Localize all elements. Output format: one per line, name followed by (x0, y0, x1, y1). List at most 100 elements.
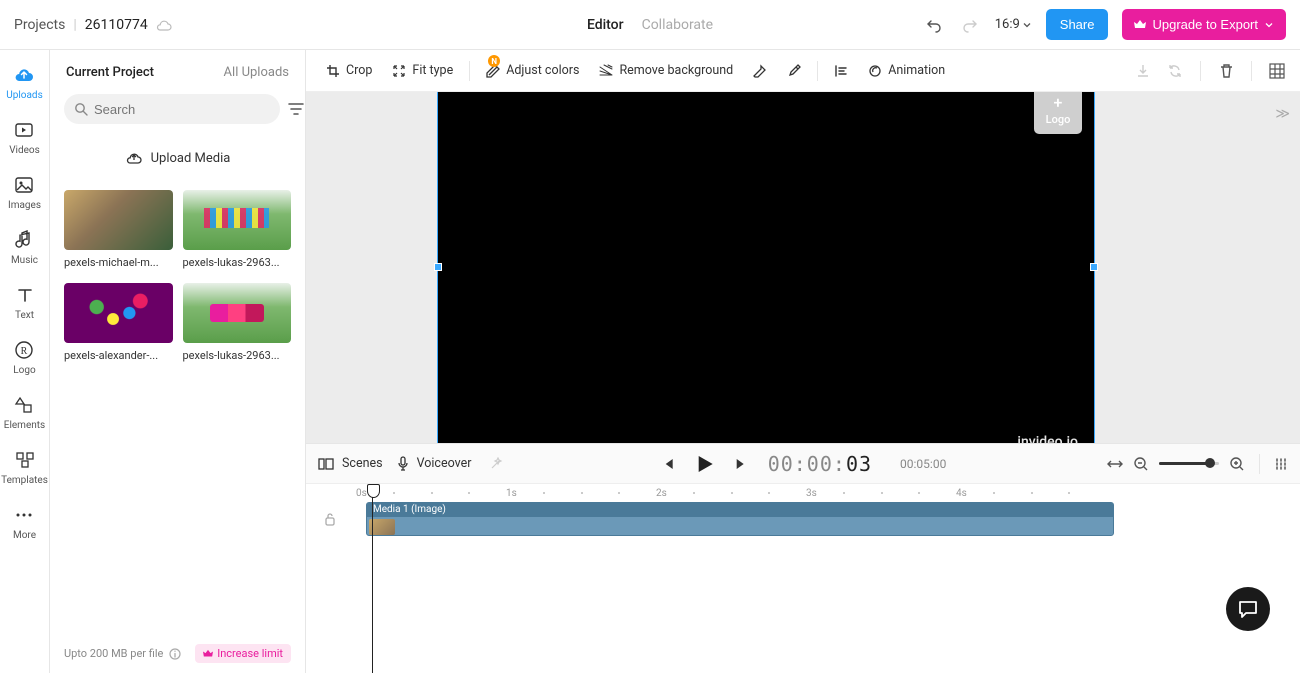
logo-drop-zone[interactable]: + Logo (1034, 92, 1082, 134)
video-icon (13, 119, 35, 141)
search-input[interactable] (94, 102, 270, 117)
info-icon[interactable] (169, 648, 181, 660)
tool-color-picker[interactable] (779, 58, 809, 84)
image-icon (13, 174, 35, 196)
nav-images[interactable]: Images (8, 174, 41, 211)
share-button[interactable]: Share (1046, 9, 1109, 40)
nav-videos[interactable]: Videos (9, 119, 40, 156)
aspect-ratio-menu[interactable]: 16:9 (995, 17, 1032, 32)
view-voiceover[interactable]: Voiceover (397, 456, 472, 472)
tool-animation[interactable]: Animation (860, 57, 953, 84)
search-row (50, 94, 305, 134)
nav-more[interactable]: More (13, 504, 36, 541)
shapes-icon (13, 394, 35, 416)
timeline-ruler[interactable]: 0s 1s 2s 3s 4s (306, 484, 1300, 502)
view-scenes[interactable]: Scenes (318, 456, 383, 471)
thumb-3[interactable]: pexels-alexander-... (64, 283, 173, 362)
main-area: Crop Fit type NAdjust colors Remove back… (306, 50, 1300, 673)
delete-icon[interactable] (1215, 60, 1237, 82)
thumb-1[interactable]: pexels-michael-m... (64, 190, 173, 269)
search-box[interactable] (64, 94, 280, 124)
cloud-upload-icon (125, 151, 143, 165)
chat-icon (1237, 599, 1259, 619)
top-bar: Projects | 26110774 Editor Collaborate 1… (0, 0, 1300, 50)
prev-frame-icon[interactable] (660, 456, 676, 472)
nav-elements[interactable]: Elements (4, 394, 45, 431)
magic-icon[interactable] (485, 453, 507, 475)
crown-icon (203, 649, 213, 659)
collapse-right-panel-icon[interactable]: ≫ (1275, 106, 1290, 122)
timeline-clip[interactable]: Media 1 (Image) (366, 502, 1114, 536)
project-id: 26110774 (85, 17, 148, 33)
text-icon (14, 284, 36, 306)
music-icon (13, 229, 35, 251)
left-nav: Uploads Videos Images Music Text R Logo … (0, 50, 50, 673)
zoom-slider[interactable] (1159, 462, 1219, 465)
mode-tabs: Editor Collaborate (587, 17, 713, 33)
breadcrumb-root[interactable]: Projects (14, 17, 65, 33)
canvas-wrap[interactable]: + Logo invideo.io ≫ (306, 92, 1300, 443)
duration: 00:05:00 (900, 457, 946, 471)
increase-limit-button[interactable]: Increase limit (195, 644, 291, 663)
tab-editor[interactable]: Editor (587, 17, 624, 33)
tool-remove-bg[interactable]: Remove background (591, 57, 741, 84)
canvas-toolbar: Crop Fit type NAdjust colors Remove back… (306, 50, 1300, 92)
clip-row: Media 1 (Image) (306, 502, 1300, 536)
breadcrumb-sep: | (73, 17, 76, 33)
play-icon[interactable] (694, 453, 716, 475)
crown-icon (1134, 19, 1146, 31)
timecode: 00:00:03 (768, 452, 872, 476)
upload-media-button[interactable]: Upload Media (64, 140, 291, 176)
nav-templates[interactable]: Templates (1, 449, 48, 486)
upload-limit-text: Upto 200 MB per file (64, 647, 163, 660)
templates-icon (14, 449, 36, 471)
chat-fab[interactable] (1226, 587, 1270, 631)
watermark: invideo.io (1017, 434, 1078, 443)
replace-icon[interactable] (1164, 60, 1186, 82)
grid-icon[interactable] (1266, 60, 1288, 82)
tab-current-project[interactable]: Current Project (66, 65, 154, 80)
download-icon[interactable] (1132, 60, 1154, 82)
panel-footer: Upto 200 MB per file Increase limit (50, 634, 305, 673)
thumb-4[interactable]: pexels-lukas-2963... (183, 283, 292, 362)
thumb-2[interactable]: pexels-lukas-2963... (183, 190, 292, 269)
fit-width-icon[interactable] (1107, 458, 1123, 470)
chevron-down-icon (1264, 20, 1274, 30)
nav-text[interactable]: Text (14, 284, 36, 321)
top-right: 16:9 Share Upgrade to Export (923, 9, 1286, 40)
svg-text:R: R (21, 346, 28, 357)
logo-r-icon: R (13, 339, 35, 361)
zoom-out-icon[interactable] (1133, 456, 1149, 472)
nav-logo[interactable]: R Logo (13, 339, 35, 376)
nav-uploads[interactable]: Uploads (6, 64, 42, 101)
tool-fit-type[interactable]: Fit type (384, 57, 461, 84)
playhead[interactable] (372, 486, 373, 673)
timeline-options-icon[interactable] (1274, 457, 1288, 471)
search-icon (74, 102, 88, 116)
upgrade-export-button[interactable]: Upgrade to Export (1122, 9, 1286, 40)
filter-icon[interactable] (288, 102, 304, 116)
tab-all-uploads[interactable]: All Uploads (224, 65, 289, 80)
more-dots-icon (13, 504, 35, 526)
playbar: Scenes Voiceover 00:00:03 00:05:00 (306, 443, 1300, 483)
tab-collaborate[interactable]: Collaborate (642, 17, 713, 33)
thumbnails-grid: pexels-michael-m... pexels-lukas-2963...… (50, 190, 305, 362)
next-frame-icon[interactable] (734, 456, 750, 472)
undo-icon[interactable] (923, 14, 945, 36)
nav-music[interactable]: Music (11, 229, 38, 266)
tool-eraser[interactable] (745, 58, 775, 84)
tool-adjust-colors[interactable]: NAdjust colors (478, 57, 587, 84)
media-panel: Current Project All Uploads Upload Media… (50, 50, 306, 673)
breadcrumb: Projects | 26110774 (14, 17, 172, 33)
lock-icon[interactable] (324, 512, 348, 526)
tool-align[interactable] (826, 58, 856, 84)
tool-crop[interactable]: Crop (318, 57, 380, 84)
cloud-sync-icon[interactable] (156, 19, 172, 31)
clip-title: Media 1 (Image) (367, 503, 1113, 517)
media-tabs: Current Project All Uploads (50, 50, 305, 94)
redo-icon[interactable] (959, 14, 981, 36)
zoom-in-icon[interactable] (1229, 456, 1245, 472)
plus-icon: + (1054, 95, 1063, 111)
timeline[interactable]: 0s 1s 2s 3s 4s Media 1 (Image) (306, 483, 1300, 673)
canvas-frame[interactable]: + Logo invideo.io (438, 92, 1094, 443)
